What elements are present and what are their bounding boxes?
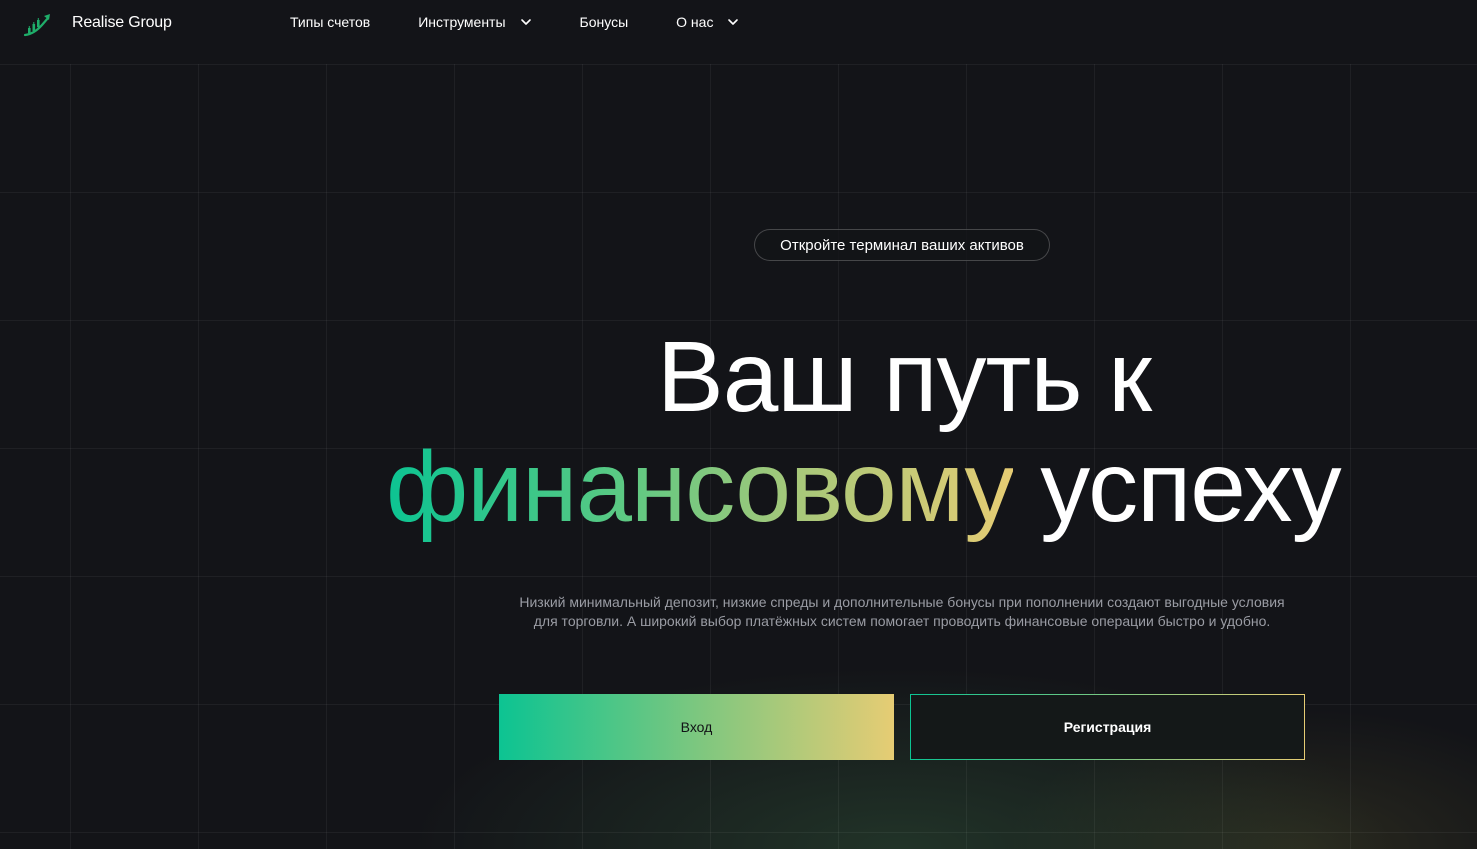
hero-headline-accent: финансовому: [386, 431, 1014, 543]
main-nav: Типы счетов Инструменты Бонусы О нас: [290, 14, 739, 30]
hero-headline-rest: успеху: [1013, 431, 1341, 543]
rising-chart-logo-icon[interactable]: [22, 8, 54, 40]
site-header: Realise Group Типы счетов Инструменты Бо…: [0, 0, 1477, 50]
nav-item-about[interactable]: О нас: [676, 14, 739, 30]
hero-description: Низкий минимальный депозит, низкие спред…: [500, 593, 1304, 631]
register-button[interactable]: Регистрация: [910, 694, 1305, 760]
landing-page: Realise Group Типы счетов Инструменты Бо…: [0, 0, 1477, 849]
nav-item-bonuses[interactable]: Бонусы: [580, 14, 629, 30]
brand-name[interactable]: Realise Group: [72, 14, 172, 32]
nav-item-label: О нас: [676, 14, 714, 30]
hero-headline-line2: финансовому успеху: [386, 431, 1342, 543]
nav-item-label: Типы счетов: [290, 14, 371, 30]
hero-headline-line1: Ваш путь к: [657, 321, 1152, 433]
hero-description-line2: для торговли. А широкий выбор платёжных …: [533, 613, 1271, 629]
login-button[interactable]: Вход: [499, 694, 894, 760]
nav-item-account-types[interactable]: Типы счетов: [290, 14, 370, 30]
hero-badge: Откройте терминал ваших активов: [754, 229, 1050, 261]
nav-item-label: Бонусы: [579, 14, 629, 30]
chevron-down-icon: [520, 19, 531, 25]
hero-description-line1: Низкий минимальный депозит, низкие спред…: [519, 594, 1285, 610]
nav-item-label: Инструменты: [418, 14, 506, 30]
chevron-down-icon: [728, 19, 739, 25]
nav-item-instruments[interactable]: Инструменты: [418, 14, 531, 30]
